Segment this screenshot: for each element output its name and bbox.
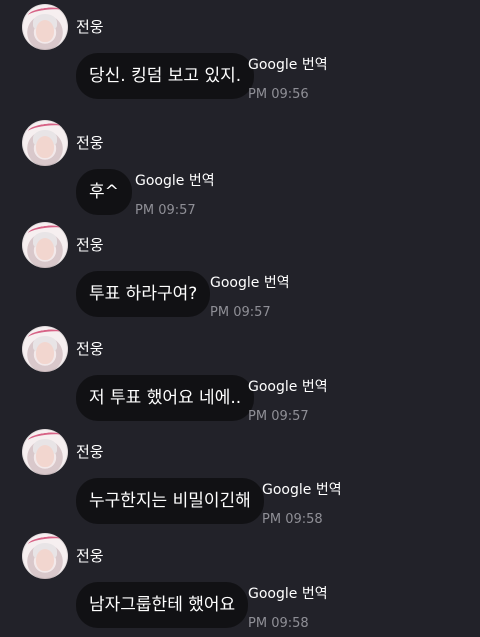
message-bubble[interactable]: 당신. 킹덤 보고 있지. [76, 53, 255, 99]
message-meta: Google 번역 PM 09:56 [248, 56, 328, 103]
chat-message: 전웅 저 투표 했어요 네에.. Google 번역 PM 09:57 [0, 326, 480, 430]
sender-name: 전웅 [76, 340, 104, 358]
message-meta: Google 번역 PM 09:57 [210, 274, 290, 321]
message-bubble[interactable]: 투표 하라구여? [76, 271, 211, 317]
chat-message: 전웅 남자그룹한테 했어요 Google 번역 PM 09:58 [0, 533, 480, 637]
message-meta: Google 번역 PM 09:58 [248, 585, 328, 632]
message-time: PM 09:57 [210, 305, 271, 320]
avatar[interactable] [22, 222, 68, 268]
avatar-face [36, 549, 54, 571]
avatar[interactable] [22, 4, 68, 50]
message-meta: Google 번역 PM 09:58 [262, 481, 342, 528]
chat-message: 전웅 후^ Google 번역 PM 09:57 [0, 120, 480, 224]
message-bubble[interactable]: 저 투표 했어요 네에.. [76, 375, 255, 421]
avatar[interactable] [22, 120, 68, 166]
message-bubble[interactable]: 누구한지는 비밀이긴해 [76, 478, 264, 524]
sender-name: 전웅 [76, 18, 104, 36]
sender-name: 전웅 [76, 547, 104, 565]
google-translate-link[interactable]: Google 번역 [262, 481, 342, 499]
message-meta: Google 번역 PM 09:57 [135, 172, 215, 219]
message-time: PM 09:57 [248, 409, 309, 424]
chat-message: 전웅 투표 하라구여? Google 번역 PM 09:57 [0, 222, 480, 326]
google-translate-link[interactable]: Google 번역 [135, 172, 215, 190]
message-time: PM 09:56 [248, 87, 309, 102]
avatar-face [36, 238, 54, 260]
message-bubble[interactable]: 남자그룹한테 했어요 [76, 582, 249, 628]
google-translate-link[interactable]: Google 번역 [248, 585, 328, 603]
message-time: PM 09:58 [262, 512, 323, 527]
message-time: PM 09:57 [135, 203, 196, 218]
avatar[interactable] [22, 326, 68, 372]
google-translate-link[interactable]: Google 번역 [248, 378, 328, 396]
message-meta: Google 번역 PM 09:57 [248, 378, 328, 425]
message-time: PM 09:58 [248, 616, 309, 631]
sender-name: 전웅 [76, 134, 104, 152]
chat-message: 전웅 당신. 킹덤 보고 있지. Google 번역 PM 09:56 [0, 4, 480, 108]
avatar-face [36, 342, 54, 364]
google-translate-link[interactable]: Google 번역 [248, 56, 328, 74]
chat-message: 전웅 누구한지는 비밀이긴해 Google 번역 PM 09:58 [0, 429, 480, 533]
avatar-face [36, 136, 54, 158]
google-translate-link[interactable]: Google 번역 [210, 274, 290, 292]
message-bubble[interactable]: 후^ [76, 169, 132, 215]
avatar[interactable] [22, 533, 68, 579]
avatar-face [36, 445, 54, 467]
sender-name: 전웅 [76, 443, 104, 461]
sender-name: 전웅 [76, 236, 104, 254]
avatar-face [36, 20, 54, 42]
avatar[interactable] [22, 429, 68, 475]
